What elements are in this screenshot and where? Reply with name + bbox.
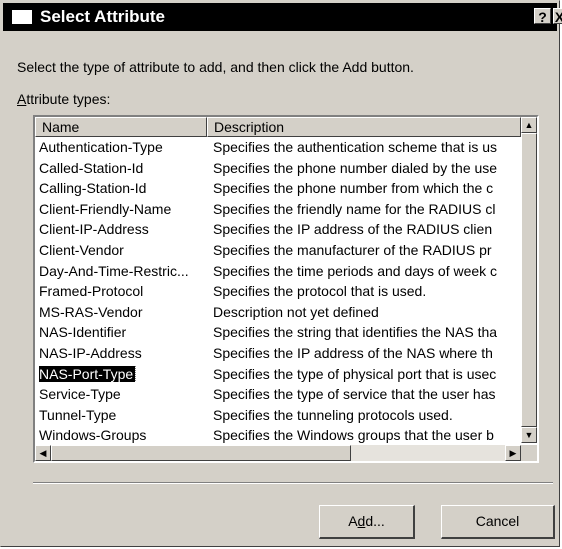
table-row[interactable]: Authentication-Type Specifies the authent… [35,138,521,159]
attribute-name-cell: NAS-Port-Type [39,365,207,382]
table-row[interactable]: NAS-Identifier Specifies the string that … [35,323,521,344]
column-header-name[interactable]: Name [35,117,207,137]
attribute-description: Specifies the IP address of the NAS wher… [213,344,493,361]
attribute-name: Framed-Protocol [39,283,144,300]
attribute-name: MS-RAS-Vendor [39,303,143,320]
help-button[interactable]: ? [534,8,551,25]
attribute-description: Specifies the time periods and days of w… [213,262,498,279]
table-row[interactable]: Windows-Groups Specifies the Windows grou… [35,426,521,447]
attribute-description: Specifies the phone number dialed by the… [213,159,498,176]
attribute-description: Specifies the type of service that the u… [213,386,496,403]
attribute-description: Specifies the phone number from which th… [213,180,494,197]
scroll-down-arrow-icon[interactable]: ▼ [521,427,537,443]
attribute-description: Specifies the protocol that is used. [213,283,427,300]
attribute-name: Called-Station-Id [39,159,144,176]
label-accelerator: A [17,91,27,107]
attribute-description: Specifies the type of physical port that… [213,365,497,382]
table-row[interactable]: NAS-Port-Type Specifies the type of physi… [35,365,521,386]
label-text: ttribute types: [26,91,111,107]
table-row[interactable]: Calling-Station-Id Specifies the phone nu… [35,179,521,200]
column-header-description[interactable]: Description [207,117,521,137]
attribute-name: Service-Type [39,386,121,403]
attribute-name-cell: Tunnel-Type [39,407,207,423]
attribute-name: Client-IP-Address [39,221,149,238]
table-row[interactable]: Client-Friendly-Name Specifies the friend… [35,200,521,221]
attribute-description: Specifies the manufacturer of the RADIUS… [213,241,492,258]
select-attribute-dialog: Select Attribute ? X Select the type of … [0,0,562,547]
attribute-description: Specifies the friendly name for the RADI… [213,200,496,217]
attribute-name-cell: Called-Station-Id [39,160,207,176]
attribute-name-cell: Calling-Station-Id [39,180,207,196]
list-header: Name Description [35,117,521,137]
attribute-name: Calling-Station-Id [39,180,147,197]
scrollbar-corner [521,445,537,461]
attribute-description: Description not yet defined [213,303,379,320]
table-row[interactable]: Client-Vendor Specifies the manufacturer … [35,241,521,262]
scroll-right-arrow-icon[interactable]: ▶ [505,445,521,461]
horizontal-scrollbar[interactable]: ◀ ▶ [35,445,521,461]
attribute-name-cell: Client-Vendor [39,242,207,258]
table-row[interactable]: Framed-Protocol Specifies the protocol th… [35,282,521,303]
attribute-name-cell: Windows-Groups [39,427,207,443]
attribute-name-cell: Framed-Protocol [39,283,207,299]
attribute-name-cell: Day-And-Time-Restric... [39,263,207,279]
table-row[interactable]: Client-IP-Address Specifies the IP addres… [35,220,521,241]
attribute-name: Authentication-Type [39,139,163,155]
attribute-name: Client-Friendly-Name [39,200,172,217]
attribute-name-cell: Client-IP-Address [39,221,207,237]
attribute-types-label: Attribute types: [17,91,110,107]
window-icon [12,10,32,24]
table-row[interactable]: Day-And-Time-Restric... Specifies the tim… [35,262,521,283]
attribute-name-cell: NAS-Identifier [39,324,207,340]
horizontal-scroll-thumb[interactable] [51,445,351,461]
add-label-pre: A [348,513,358,529]
attribute-description: Specifies the Windows groups that the us… [213,427,494,444]
attribute-name-cell: Authentication-Type [39,139,207,155]
instruction-text: Select the type of attribute to add, and… [17,59,414,75]
table-row[interactable]: Tunnel-Type Specifies the tunneling proto… [35,406,521,427]
attribute-name: Day-And-Time-Restric... [39,262,189,279]
vertical-scrollbar[interactable]: ▲ ▼ [521,117,537,443]
window-title: Select Attribute [40,7,166,26]
table-row[interactable]: MS-RAS-Vendor Description not yet defined [35,303,521,324]
attribute-name: Windows-Groups [39,427,147,444]
scroll-left-arrow-icon[interactable]: ◀ [35,445,51,461]
title-bar[interactable]: Select Attribute ? X [3,3,562,31]
list-rows: Authentication-Type Specifies the authent… [35,138,521,447]
add-button[interactable]: Add... [319,505,415,539]
cancel-button[interactable]: Cancel [441,505,555,539]
attribute-types-list[interactable]: Name Description Authentication-Type Spec… [33,115,539,463]
vertical-scroll-thumb[interactable] [521,133,537,427]
attribute-description: Specifies the tunneling protocols used. [213,406,453,423]
attribute-description: Specifies the IP address of the RADIUS c… [213,221,493,238]
add-label-post: d... [365,513,385,529]
attribute-name: NAS-IP-Address [39,344,142,361]
attribute-name: Tunnel-Type [39,406,117,423]
separator [33,482,553,484]
table-row[interactable]: Service-Type Specifies the type of servic… [35,385,521,406]
close-button[interactable]: X [553,8,562,25]
attribute-name: NAS-Identifier [39,324,127,341]
attribute-name: NAS-Port-Type [39,365,137,382]
attribute-description: Specifies the string that identifies the… [213,324,498,341]
attribute-description: Specifies the authentication scheme that… [213,139,498,155]
table-row[interactable]: Called-Station-Id Specifies the phone num… [35,159,521,180]
table-row[interactable]: NAS-IP-Address Specifies the IP address o… [35,344,521,365]
attribute-name-cell: NAS-IP-Address [39,345,207,361]
scroll-up-arrow-icon[interactable]: ▲ [521,117,537,133]
attribute-name-cell: Service-Type [39,386,207,402]
attribute-name-cell: MS-RAS-Vendor [39,304,207,320]
attribute-name-cell: Client-Friendly-Name [39,201,207,217]
attribute-name: Client-Vendor [39,241,124,258]
